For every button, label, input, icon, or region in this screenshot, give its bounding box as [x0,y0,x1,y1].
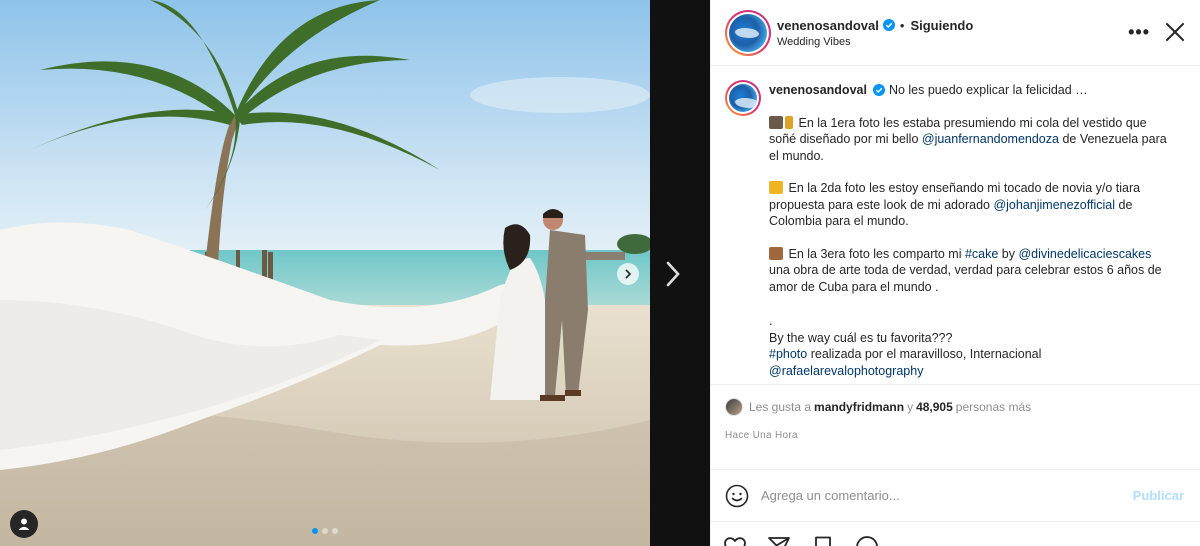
caption-author-avatar[interactable] [725,80,761,116]
heart-icon[interactable] [723,535,747,546]
liker-avatar[interactable] [725,398,743,416]
publish-comment-button[interactable]: Publicar [1133,488,1184,503]
emoji-image [769,246,783,260]
post-location[interactable]: Wedding Vibes [777,36,973,48]
mention-link[interactable]: @juanfernandomendoza [922,132,1059,146]
mention-link[interactable]: @rafaelarevalophotography [769,364,923,378]
emoji-image [785,115,793,129]
caption-first-line: No les puedo explicar la felicidad … [888,83,1088,97]
beach-wedding-photo [0,0,650,546]
following-button[interactable]: Siguiendo [910,18,973,33]
carousel-dot-2 [322,528,328,534]
follow-separator: • [899,17,905,33]
post-detail-panel: venenosandoval • Siguiendo Wedding Vibes… [710,0,1200,546]
carousel-dot-1 [312,528,318,534]
author-avatar[interactable] [725,9,771,56]
post-header: venenosandoval • Siguiendo Wedding Vibes… [711,0,1200,66]
chevron-right-icon [625,269,632,279]
more-options-icon[interactable]: ••• [1128,22,1150,42]
mention-link[interactable]: @divinedelicaciescakes [1018,247,1151,261]
comment-input[interactable] [761,488,1133,503]
likes-summary[interactable]: Les gusta a mandyfridmann y 48,905 perso… [725,398,1186,416]
caption-paragraph-4: . By the way cuál es tu favorita??? #pho… [769,314,1042,378]
post-timestamp[interactable]: Hace Una Hora [725,430,1186,441]
emoji-image [769,115,783,129]
carousel-indicator [312,528,338,534]
caption-username[interactable]: venenosandoval [769,82,867,99]
post-actions [711,522,1200,546]
post-photo[interactable] [0,0,650,546]
author-username[interactable]: venenosandoval [777,18,879,33]
add-comment-bar: Publicar [711,470,1200,522]
user-tag-button[interactable] [10,510,38,538]
hashtag-link[interactable]: #cake [965,247,998,261]
likes-count[interactable]: 48,905 [916,400,953,414]
carousel-next-small-button[interactable] [617,263,639,285]
hashtag-link[interactable]: #photo [769,347,807,361]
likes-section: Les gusta a mandyfridmann y 48,905 perso… [711,385,1200,470]
caption-section: venenosandoval No les puedo explicar la … [711,66,1200,385]
share-icon[interactable] [767,535,791,546]
next-post-button[interactable] [660,256,686,292]
verified-badge-icon [872,84,885,97]
emoji-icon[interactable] [725,484,749,508]
liker-username[interactable]: mandyfridmann [814,400,904,414]
mention-link[interactable]: @johanjimenezofficial [993,198,1115,212]
chevron-right-icon [666,261,680,287]
comment-icon[interactable] [855,535,879,546]
carousel-dot-3 [332,528,338,534]
verified-badge-icon [882,19,895,31]
bookmark-icon[interactable] [811,535,835,546]
user-tag-icon [18,518,30,530]
emoji-image [769,181,783,194]
caption-paragraph-1: En la 1era foto les estaba presumiendo m… [769,115,1167,163]
caption-paragraph-3: En la 3era foto les comparto mi #cake by… [769,246,1162,294]
close-icon[interactable] [1164,21,1186,43]
caption-text: venenosandoval No les puedo explicar la … [769,80,1169,379]
caption-paragraph-2: En la 2da foto les estoy enseñando mi to… [769,181,1141,228]
